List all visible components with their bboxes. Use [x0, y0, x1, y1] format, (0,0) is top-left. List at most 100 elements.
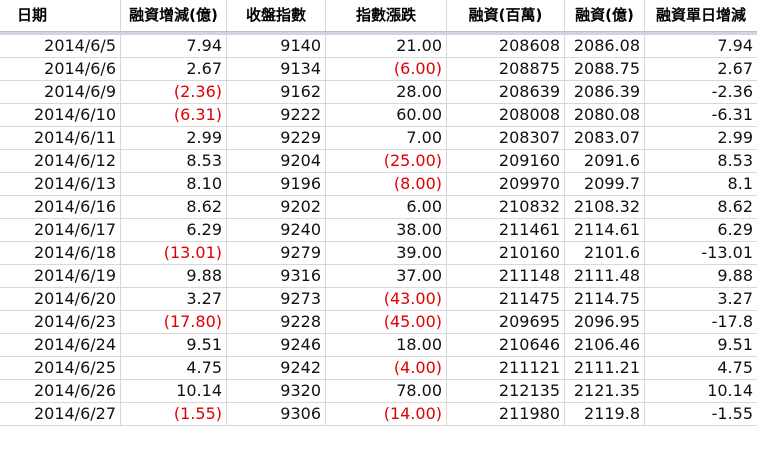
cell-margin-change[interactable]: 9.51	[121, 334, 227, 356]
cell-margin-billion[interactable]: 2108.32	[565, 196, 645, 218]
cell-date[interactable]: 2014/6/13	[0, 173, 121, 195]
cell-margin-billion[interactable]: 2086.39	[565, 81, 645, 103]
cell-margin-change[interactable]: 3.27	[121, 288, 227, 310]
cell-margin-billion[interactable]: 2114.75	[565, 288, 645, 310]
cell-index-change[interactable]: 6.00	[326, 196, 447, 218]
cell-margin-million[interactable]: 211121	[447, 357, 565, 379]
cell-margin-change[interactable]: 2.99	[121, 127, 227, 149]
cell-date[interactable]: 2014/6/25	[0, 357, 121, 379]
header-date[interactable]: 日期	[0, 0, 121, 31]
cell-margin-million[interactable]: 211475	[447, 288, 565, 310]
cell-close-index[interactable]: 9196	[227, 173, 326, 195]
cell-index-change[interactable]: 7.00	[326, 127, 447, 149]
cell-daily-change[interactable]: 9.51	[645, 334, 757, 356]
cell-index-change[interactable]: (8.00)	[326, 173, 447, 195]
cell-margin-change[interactable]: 2.67	[121, 58, 227, 80]
cell-index-change[interactable]: 21.00	[326, 35, 447, 57]
cell-date[interactable]: 2014/6/5	[0, 35, 121, 57]
cell-date[interactable]: 2014/6/9	[0, 81, 121, 103]
cell-margin-billion[interactable]: 2080.08	[565, 104, 645, 126]
cell-close-index[interactable]: 9242	[227, 357, 326, 379]
cell-index-change[interactable]: 38.00	[326, 219, 447, 241]
cell-margin-million[interactable]: 208008	[447, 104, 565, 126]
cell-margin-change[interactable]: 8.10	[121, 173, 227, 195]
cell-margin-change[interactable]: 7.94	[121, 35, 227, 57]
cell-close-index[interactable]: 9140	[227, 35, 326, 57]
cell-close-index[interactable]: 9162	[227, 81, 326, 103]
cell-daily-change[interactable]: 9.88	[645, 265, 757, 287]
cell-daily-change[interactable]: 3.27	[645, 288, 757, 310]
cell-margin-million[interactable]: 209160	[447, 150, 565, 172]
cell-daily-change[interactable]: 10.14	[645, 380, 757, 402]
cell-index-change[interactable]: (14.00)	[326, 403, 447, 425]
cell-index-change[interactable]: 78.00	[326, 380, 447, 402]
cell-index-change[interactable]: (25.00)	[326, 150, 447, 172]
header-daily-change[interactable]: 融資單日增減	[645, 0, 757, 31]
cell-date[interactable]: 2014/6/10	[0, 104, 121, 126]
cell-date[interactable]: 2014/6/16	[0, 196, 121, 218]
cell-date[interactable]: 2014/6/27	[0, 403, 121, 425]
cell-close-index[interactable]: 9316	[227, 265, 326, 287]
cell-index-change[interactable]: (4.00)	[326, 357, 447, 379]
cell-margin-billion[interactable]: 2086.08	[565, 35, 645, 57]
cell-margin-billion[interactable]: 2119.8	[565, 403, 645, 425]
cell-index-change[interactable]: (45.00)	[326, 311, 447, 333]
cell-close-index[interactable]: 9134	[227, 58, 326, 80]
cell-date[interactable]: 2014/6/11	[0, 127, 121, 149]
cell-margin-million[interactable]: 208639	[447, 81, 565, 103]
cell-margin-million[interactable]: 210160	[447, 242, 565, 264]
cell-margin-change[interactable]: (13.01)	[121, 242, 227, 264]
cell-margin-change[interactable]: 4.75	[121, 357, 227, 379]
cell-daily-change[interactable]: 2.99	[645, 127, 757, 149]
cell-index-change[interactable]: 39.00	[326, 242, 447, 264]
cell-close-index[interactable]: 9273	[227, 288, 326, 310]
cell-date[interactable]: 2014/6/18	[0, 242, 121, 264]
cell-daily-change[interactable]: -13.01	[645, 242, 757, 264]
header-index-change[interactable]: 指數漲跌	[326, 0, 447, 31]
cell-date[interactable]: 2014/6/19	[0, 265, 121, 287]
cell-margin-billion[interactable]: 2096.95	[565, 311, 645, 333]
cell-date[interactable]: 2014/6/6	[0, 58, 121, 80]
cell-close-index[interactable]: 9202	[227, 196, 326, 218]
header-close-index[interactable]: 收盤指數	[227, 0, 326, 31]
cell-margin-change[interactable]: (17.80)	[121, 311, 227, 333]
cell-index-change[interactable]: 18.00	[326, 334, 447, 356]
cell-date[interactable]: 2014/6/20	[0, 288, 121, 310]
cell-daily-change[interactable]: 8.1	[645, 173, 757, 195]
cell-daily-change[interactable]: 8.53	[645, 150, 757, 172]
cell-margin-change[interactable]: (2.36)	[121, 81, 227, 103]
cell-close-index[interactable]: 9229	[227, 127, 326, 149]
cell-margin-billion[interactable]: 2088.75	[565, 58, 645, 80]
cell-margin-change[interactable]: 10.14	[121, 380, 227, 402]
cell-margin-billion[interactable]: 2099.7	[565, 173, 645, 195]
cell-margin-change[interactable]: 9.88	[121, 265, 227, 287]
cell-margin-million[interactable]: 210832	[447, 196, 565, 218]
cell-daily-change[interactable]: 2.67	[645, 58, 757, 80]
cell-margin-change[interactable]: 8.53	[121, 150, 227, 172]
cell-index-change[interactable]: 37.00	[326, 265, 447, 287]
cell-margin-billion[interactable]: 2114.61	[565, 219, 645, 241]
cell-margin-billion[interactable]: 2111.48	[565, 265, 645, 287]
cell-margin-million[interactable]: 208307	[447, 127, 565, 149]
cell-margin-million[interactable]: 208608	[447, 35, 565, 57]
header-margin-billion[interactable]: 融資(億)	[565, 0, 645, 31]
cell-index-change[interactable]: (6.00)	[326, 58, 447, 80]
cell-margin-change[interactable]: (1.55)	[121, 403, 227, 425]
cell-daily-change[interactable]: 8.62	[645, 196, 757, 218]
cell-close-index[interactable]: 9246	[227, 334, 326, 356]
cell-date[interactable]: 2014/6/17	[0, 219, 121, 241]
cell-margin-million[interactable]: 209695	[447, 311, 565, 333]
cell-margin-billion[interactable]: 2091.6	[565, 150, 645, 172]
cell-close-index[interactable]: 9240	[227, 219, 326, 241]
cell-daily-change[interactable]: 6.29	[645, 219, 757, 241]
cell-close-index[interactable]: 9320	[227, 380, 326, 402]
cell-close-index[interactable]: 9228	[227, 311, 326, 333]
cell-daily-change[interactable]: -17.8	[645, 311, 757, 333]
cell-index-change[interactable]: 28.00	[326, 81, 447, 103]
cell-close-index[interactable]: 9222	[227, 104, 326, 126]
cell-date[interactable]: 2014/6/24	[0, 334, 121, 356]
header-margin-change[interactable]: 融資增減(億)	[121, 0, 227, 31]
cell-margin-change[interactable]: 6.29	[121, 219, 227, 241]
cell-date[interactable]: 2014/6/23	[0, 311, 121, 333]
cell-margin-billion[interactable]: 2121.35	[565, 380, 645, 402]
